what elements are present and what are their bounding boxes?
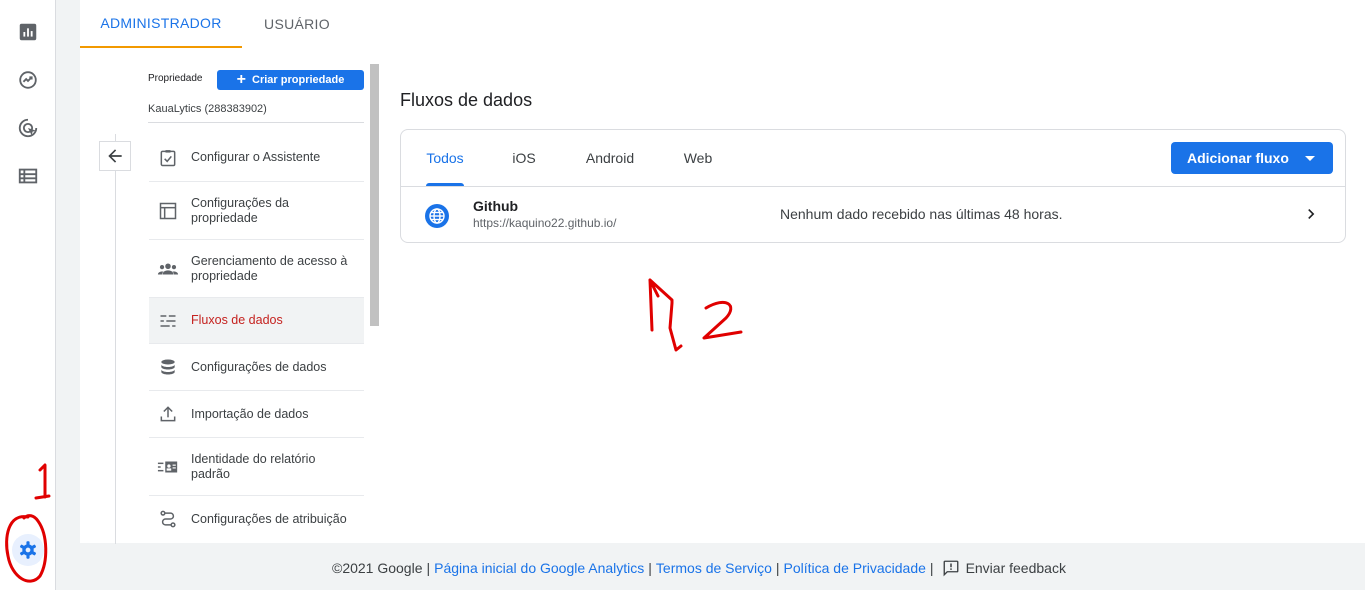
menu-item-label: Configurar o Assistente <box>191 150 321 164</box>
tab-todos[interactable]: Todos <box>426 130 464 186</box>
table-icon[interactable] <box>16 164 40 188</box>
stream-row[interactable]: Github https://kaquino22.github.io/ Nenh… <box>401 187 1345 243</box>
footer-link-terms[interactable]: Termos de Serviço <box>656 560 772 576</box>
route-icon <box>157 508 179 530</box>
stream-name: Github <box>473 198 519 214</box>
stream-url: https://kaquino22.github.io/ <box>473 216 617 230</box>
tab-usuario[interactable]: USUÁRIO <box>252 0 342 48</box>
menu-item-data-settings[interactable]: Configurações de dados <box>149 344 364 391</box>
menu-item-label: Configurações de atribuição <box>191 511 347 526</box>
create-property-button[interactable]: + Criar propriedade <box>217 70 364 90</box>
window-icon <box>157 200 179 222</box>
checklist-icon <box>157 147 179 169</box>
footer: ©2021 Google | Página inicial do Google … <box>332 559 1066 577</box>
create-property-label: Criar propriedade <box>252 74 345 86</box>
left-nav-rail <box>0 0 56 590</box>
bar-chart-icon[interactable] <box>16 20 40 44</box>
dropdown-caret-icon <box>1305 156 1315 161</box>
tab-web[interactable]: Web <box>682 130 714 186</box>
globe-icon <box>425 204 449 228</box>
database-icon <box>157 356 179 378</box>
menu-item-label: Configurações da propriedade <box>191 195 289 225</box>
menu-item-attribution-settings[interactable]: Configurações de atribuição <box>149 496 364 542</box>
menu-item-data-streams[interactable]: Fluxos de dados <box>149 298 364 344</box>
footer-link-privacy[interactable]: Política de Privacidade <box>784 560 926 576</box>
menu-item-access-management[interactable]: Gerenciamento de acesso à propriedade <box>149 240 364 298</box>
data-streams-card: Todos iOS Android Web Adicionar fluxo Gi… <box>400 129 1346 243</box>
send-feedback-button[interactable]: Enviar feedback <box>942 559 1066 577</box>
menu-item-setup-assistant[interactable]: Configurar o Assistente <box>149 134 364 182</box>
explore-icon[interactable] <box>16 68 40 92</box>
id-card-icon <box>157 456 179 478</box>
tab-ios[interactable]: iOS <box>509 130 539 186</box>
top-tab-bar: ADMINISTRADOR USUÁRIO <box>80 0 1365 48</box>
add-stream-button[interactable]: Adicionar fluxo <box>1171 142 1333 174</box>
menu-item-property-settings[interactable]: Configurações da propriedade <box>149 182 364 240</box>
sidebar-scrollbar[interactable] <box>370 64 379 326</box>
streams-icon <box>157 310 179 332</box>
stream-status: Nenhum dado recebido nas últimas 48 hora… <box>780 206 1063 222</box>
property-divider <box>148 122 364 123</box>
menu-item-label: Fluxos de dados <box>191 313 283 327</box>
footer-copyright: ©2021 Google <box>332 560 423 576</box>
page-title: Fluxos de dados <box>400 90 533 110</box>
menu-item-label: Importação de dados <box>191 406 309 421</box>
footer-link-analytics-home[interactable]: Página inicial do Google Analytics <box>434 560 644 576</box>
menu-item-label: Configurações de dados <box>191 359 327 374</box>
arrow-back-icon <box>108 149 122 163</box>
menu-item-label: Gerenciamento de acesso à propriedade <box>191 253 348 283</box>
sidebar-divider <box>115 134 116 544</box>
property-label: Propriedade <box>148 73 203 84</box>
tab-android[interactable]: Android <box>583 130 637 186</box>
plus-icon: + <box>236 71 247 88</box>
settings-button[interactable] <box>12 534 44 566</box>
chevron-right-icon <box>1308 209 1315 219</box>
feedback-icon <box>943 560 958 577</box>
people-icon <box>157 258 179 280</box>
send-feedback-label: Enviar feedback <box>965 560 1066 576</box>
back-button[interactable] <box>99 141 131 171</box>
menu-item-reporting-identity[interactable]: Identidade do relatório padrão <box>149 438 364 496</box>
tab-administrador[interactable]: ADMINISTRADOR <box>80 0 242 48</box>
menu-item-label: Identidade do relatório padrão <box>191 451 316 481</box>
advertising-icon[interactable] <box>16 116 40 140</box>
add-stream-label: Adicionar fluxo <box>1187 150 1289 166</box>
upload-icon <box>157 403 179 425</box>
property-name[interactable]: KauaLytics (288383902) <box>148 103 267 115</box>
menu-item-data-import[interactable]: Importação de dados <box>149 391 364 438</box>
property-menu: Configurar o Assistente Configurações da… <box>149 134 364 542</box>
gear-icon <box>20 541 36 559</box>
